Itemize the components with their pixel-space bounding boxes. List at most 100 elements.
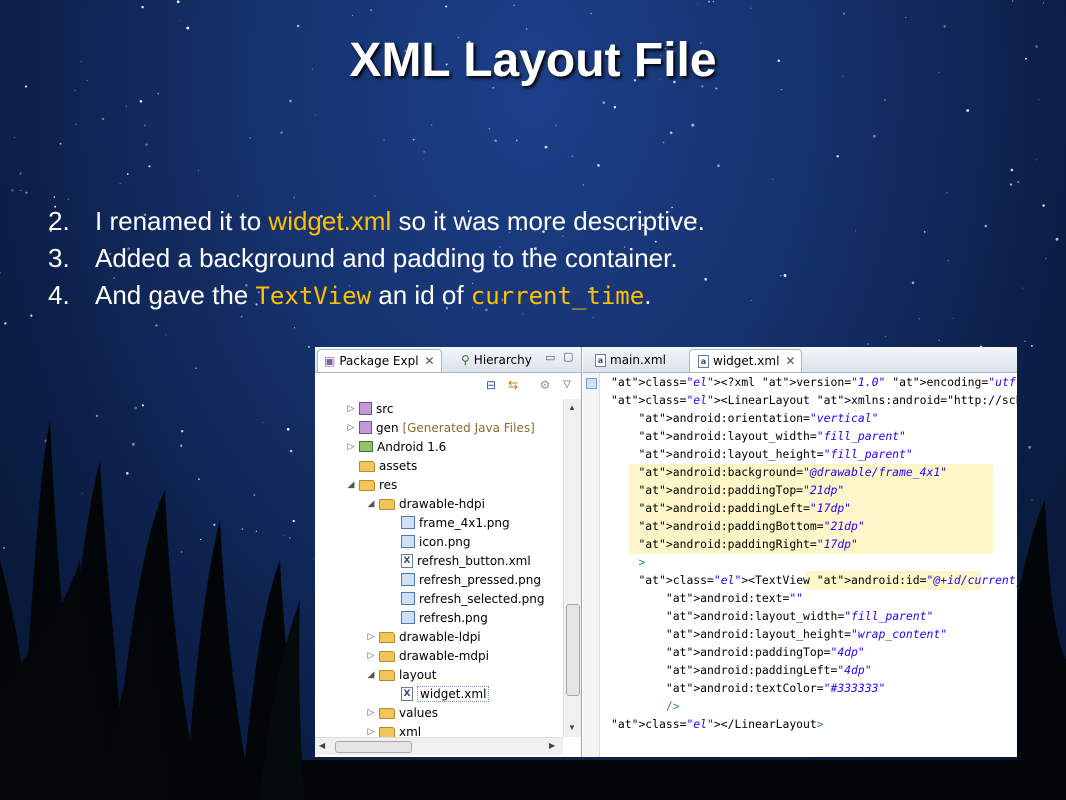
tree-item-drawable-mdpi[interactable]: ▷ drawable-mdpi (365, 646, 489, 665)
folder-icon (379, 499, 395, 510)
tab-package-explorer[interactable]: ▣ Package Expl ✕ (317, 349, 442, 372)
bullet-text: I renamed it to widget.xml so it was mor… (95, 203, 705, 240)
bullet-item: 4. And gave the TextView an id of curren… (48, 277, 705, 315)
tree-item-res[interactable]: ◢ res (345, 475, 398, 494)
expand-icon[interactable]: ▷ (345, 423, 357, 433)
minimize-icon[interactable]: ▭ (545, 351, 555, 364)
close-icon[interactable]: ✕ (425, 354, 435, 368)
tab-label: Hierarchy (473, 353, 532, 367)
view-menu-icon[interactable]: ▽ (559, 377, 575, 393)
tab-label: main.xml (610, 353, 666, 367)
tree-label: assets (379, 458, 418, 473)
tab-hierarchy[interactable]: ⚲ Hierarchy (455, 349, 538, 371)
expand-icon[interactable]: ▷ (345, 404, 357, 414)
tree-item-file[interactable]: refresh_pressed.png (399, 570, 541, 589)
editor-tab-bar: a main.xml a widget.xml ✕ (583, 347, 1017, 373)
tree-label: refresh_pressed.png (419, 572, 542, 587)
tree-item-file[interactable]: refresh_selected.png (399, 589, 545, 608)
expand-icon[interactable]: ▷ (365, 632, 377, 642)
tree-item-file[interactable]: icon.png (399, 532, 471, 551)
image-file-icon (401, 516, 415, 529)
tree-label: drawable-hdpi (399, 496, 485, 511)
tree-label: icon.png (419, 534, 471, 549)
bullet-text-part: I renamed it to (95, 206, 269, 236)
editor-gutter (583, 373, 600, 757)
tree-item-widget-xml[interactable]: Xwidget.xml (399, 684, 490, 703)
code-textview: TextView (255, 282, 372, 310)
vertical-scrollbar[interactable]: ▲ ▼ (563, 399, 581, 737)
filename-highlight: widget.xml (268, 206, 392, 236)
scroll-left-icon[interactable]: ◀ (319, 741, 325, 750)
scroll-down-icon[interactable]: ▼ (568, 723, 576, 732)
tab-widget-xml[interactable]: a widget.xml ✕ (689, 349, 803, 372)
tree-item-file[interactable]: Xrefresh_button.xml (399, 551, 531, 570)
code-line: "at">class="el"><?xml "at">version="1.0"… (611, 375, 1017, 389)
xml-file-icon: a (698, 354, 709, 368)
code-editor[interactable]: "at">class="el"><?xml "at">version="1.0"… (611, 373, 1017, 733)
expand-icon[interactable]: ▷ (345, 442, 357, 452)
android-library-icon (359, 441, 373, 452)
image-file-icon (401, 535, 415, 548)
tree-label-extra: [Generated Java Files] (402, 420, 535, 435)
image-file-icon (401, 573, 415, 586)
horizontal-scrollbar[interactable]: ◀ ▶ (315, 737, 563, 755)
expand-icon[interactable]: ▷ (365, 708, 377, 718)
tab-label: Package Expl (339, 354, 419, 368)
image-file-icon (401, 592, 415, 605)
tree-item-gen[interactable]: ▷ gen [Generated Java Files] (345, 418, 535, 437)
maximize-icon[interactable]: ▢ (563, 350, 573, 363)
tab-main-xml[interactable]: a main.xml (587, 349, 672, 371)
tree-label: layout (399, 667, 437, 682)
scroll-right-icon[interactable]: ▶ (549, 741, 555, 750)
explorer-toolbar: ⊟ ⇆ ⚙ ▽ (315, 373, 581, 399)
collapse-icon[interactable]: ◢ (365, 499, 377, 509)
package-icon (359, 421, 372, 434)
tree-label: drawable-ldpi (399, 629, 481, 644)
tree-item-values[interactable]: ▷ values (365, 703, 439, 722)
tree-label: drawable-mdpi (399, 648, 489, 663)
slide-title: XML Layout File (349, 34, 717, 87)
tree-item-assets[interactable]: assets (345, 456, 417, 475)
bullet-text: Added a background and padding to the co… (95, 243, 678, 273)
code-line: "at">android:paddingRight="17dp" (638, 537, 858, 551)
folder-icon (379, 651, 395, 662)
collapse-all-icon[interactable]: ⊟ (483, 377, 499, 393)
bullet-text-part: And gave the (95, 280, 256, 310)
tree-item-src[interactable]: ▷ src (345, 399, 394, 418)
tree-item-layout[interactable]: ◢ layout (365, 665, 437, 684)
tree-item-file[interactable]: frame_4x1.png (399, 513, 510, 532)
close-icon[interactable]: ✕ (785, 354, 795, 368)
tree-item-drawable-ldpi[interactable]: ▷ drawable-ldpi (365, 627, 481, 646)
xml-file-icon: X (401, 686, 413, 701)
code-line: "at">android:textColor="#333333" (665, 681, 886, 695)
scroll-thumb[interactable] (566, 604, 580, 696)
xml-file-icon: X (401, 553, 413, 568)
tree-item-drawable-hdpi[interactable]: ◢ drawable-hdpi (365, 494, 485, 513)
collapse-icon[interactable]: ◢ (365, 670, 377, 680)
code-line: "at">android:paddingBottom="21dp" (638, 519, 865, 533)
xml-editor-pane: a main.xml a widget.xml ✕ "at">class="el… (583, 347, 1017, 757)
code-line: "at">android:paddingTop="21dp" (638, 483, 845, 497)
tree-label: res (379, 477, 398, 492)
project-tree: ▷ src ▷ gen [Generated Java Files] ▷ Androi… (315, 399, 563, 739)
tree-label: gen (376, 420, 399, 435)
scroll-up-icon[interactable]: ▲ (568, 403, 576, 412)
expand-icon[interactable]: ▷ (365, 651, 377, 661)
link-editor-icon[interactable]: ⇆ (505, 377, 521, 393)
bullet-text-part: an id of (371, 280, 471, 310)
code-line: "at">android:layout_height="fill_parent" (638, 447, 913, 461)
tree-label: Android 1.6 (377, 439, 447, 454)
expand-icon[interactable]: ▷ (365, 727, 377, 737)
tree-item-android-lib[interactable]: ▷ Android 1.6 (345, 437, 447, 456)
collapse-icon[interactable]: ◢ (345, 480, 357, 490)
tree-item-file[interactable]: refresh.png (399, 608, 488, 627)
code-line: "at">class="el"><TextView "at">android:i… (638, 573, 1017, 587)
scroll-thumb[interactable] (335, 741, 412, 753)
bullet-text-part: so it was more descriptive. (391, 206, 705, 236)
code-line: "at">android:paddingLeft="4dp" (665, 663, 872, 677)
tree-label: refresh.png (419, 610, 488, 625)
bullet-number: 2. (48, 206, 70, 236)
eclipse-screenshot: ▣ Package Expl ✕ ⚲ Hierarchy ▭ ▢ ⊟ ⇆ ⚙ ▽… (315, 347, 1017, 757)
filter-icon[interactable]: ⚙ (537, 377, 553, 393)
folder-icon (359, 480, 375, 491)
